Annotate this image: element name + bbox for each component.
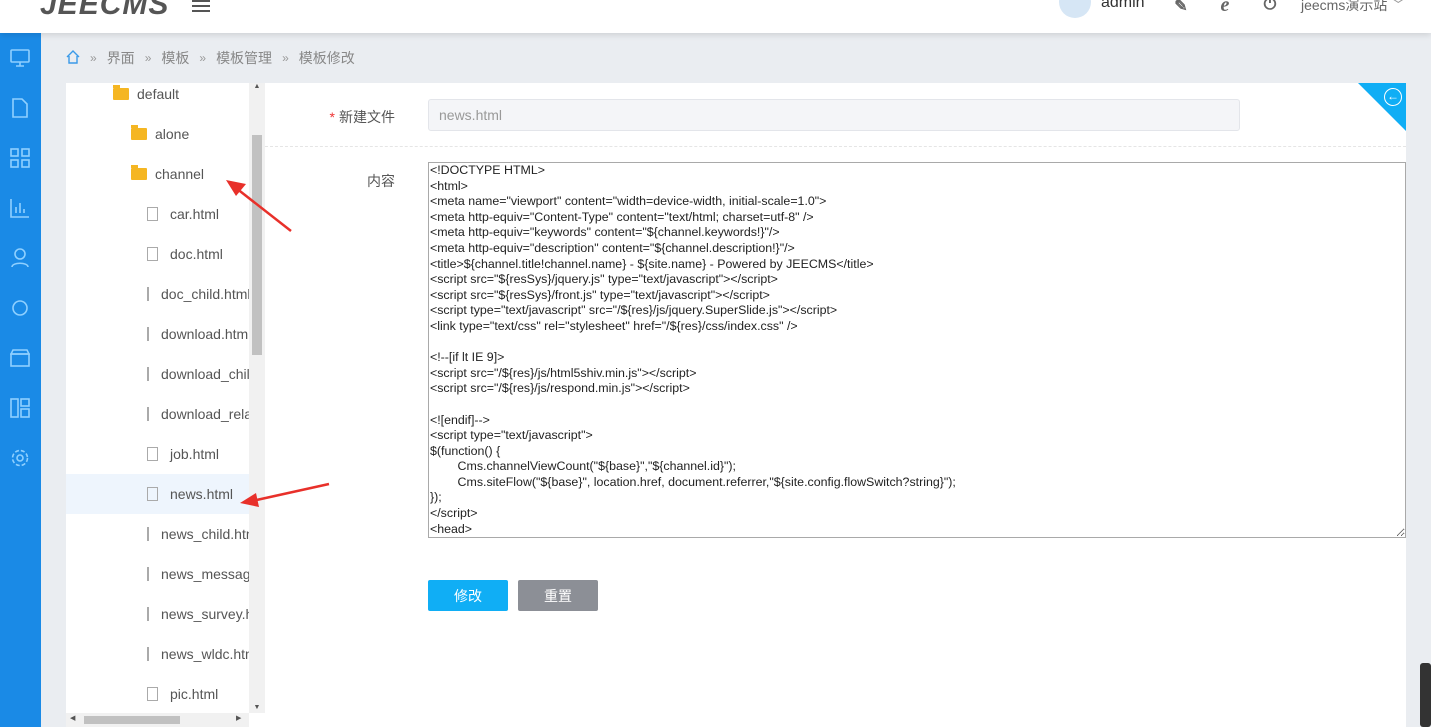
- red-arrow-annotation: [226, 180, 292, 232]
- username[interactable]: admin: [1101, 0, 1145, 12]
- site-selector[interactable]: jeecms演示站 ﹀: [1301, 0, 1405, 15]
- power-icon[interactable]: ⏻: [1261, 0, 1279, 13]
- chevron-down-icon: ﹀: [1391, 0, 1406, 13]
- red-arrow-annotation: [240, 482, 330, 507]
- top-header: JEECMS admin ✎ e ⏻ jeecms演示站 ﹀: [0, 0, 1431, 33]
- menu-toggle-icon[interactable]: [192, 0, 210, 12]
- ie-browser-icon[interactable]: e: [1216, 0, 1234, 16]
- edit-icon[interactable]: ✎: [1172, 0, 1190, 15]
- logo: JEECMS: [40, 0, 170, 21]
- avatar[interactable]: [1059, 0, 1091, 18]
- site-name: jeecms演示站: [1301, 0, 1388, 13]
- annotation-arrows: [226, 180, 330, 507]
